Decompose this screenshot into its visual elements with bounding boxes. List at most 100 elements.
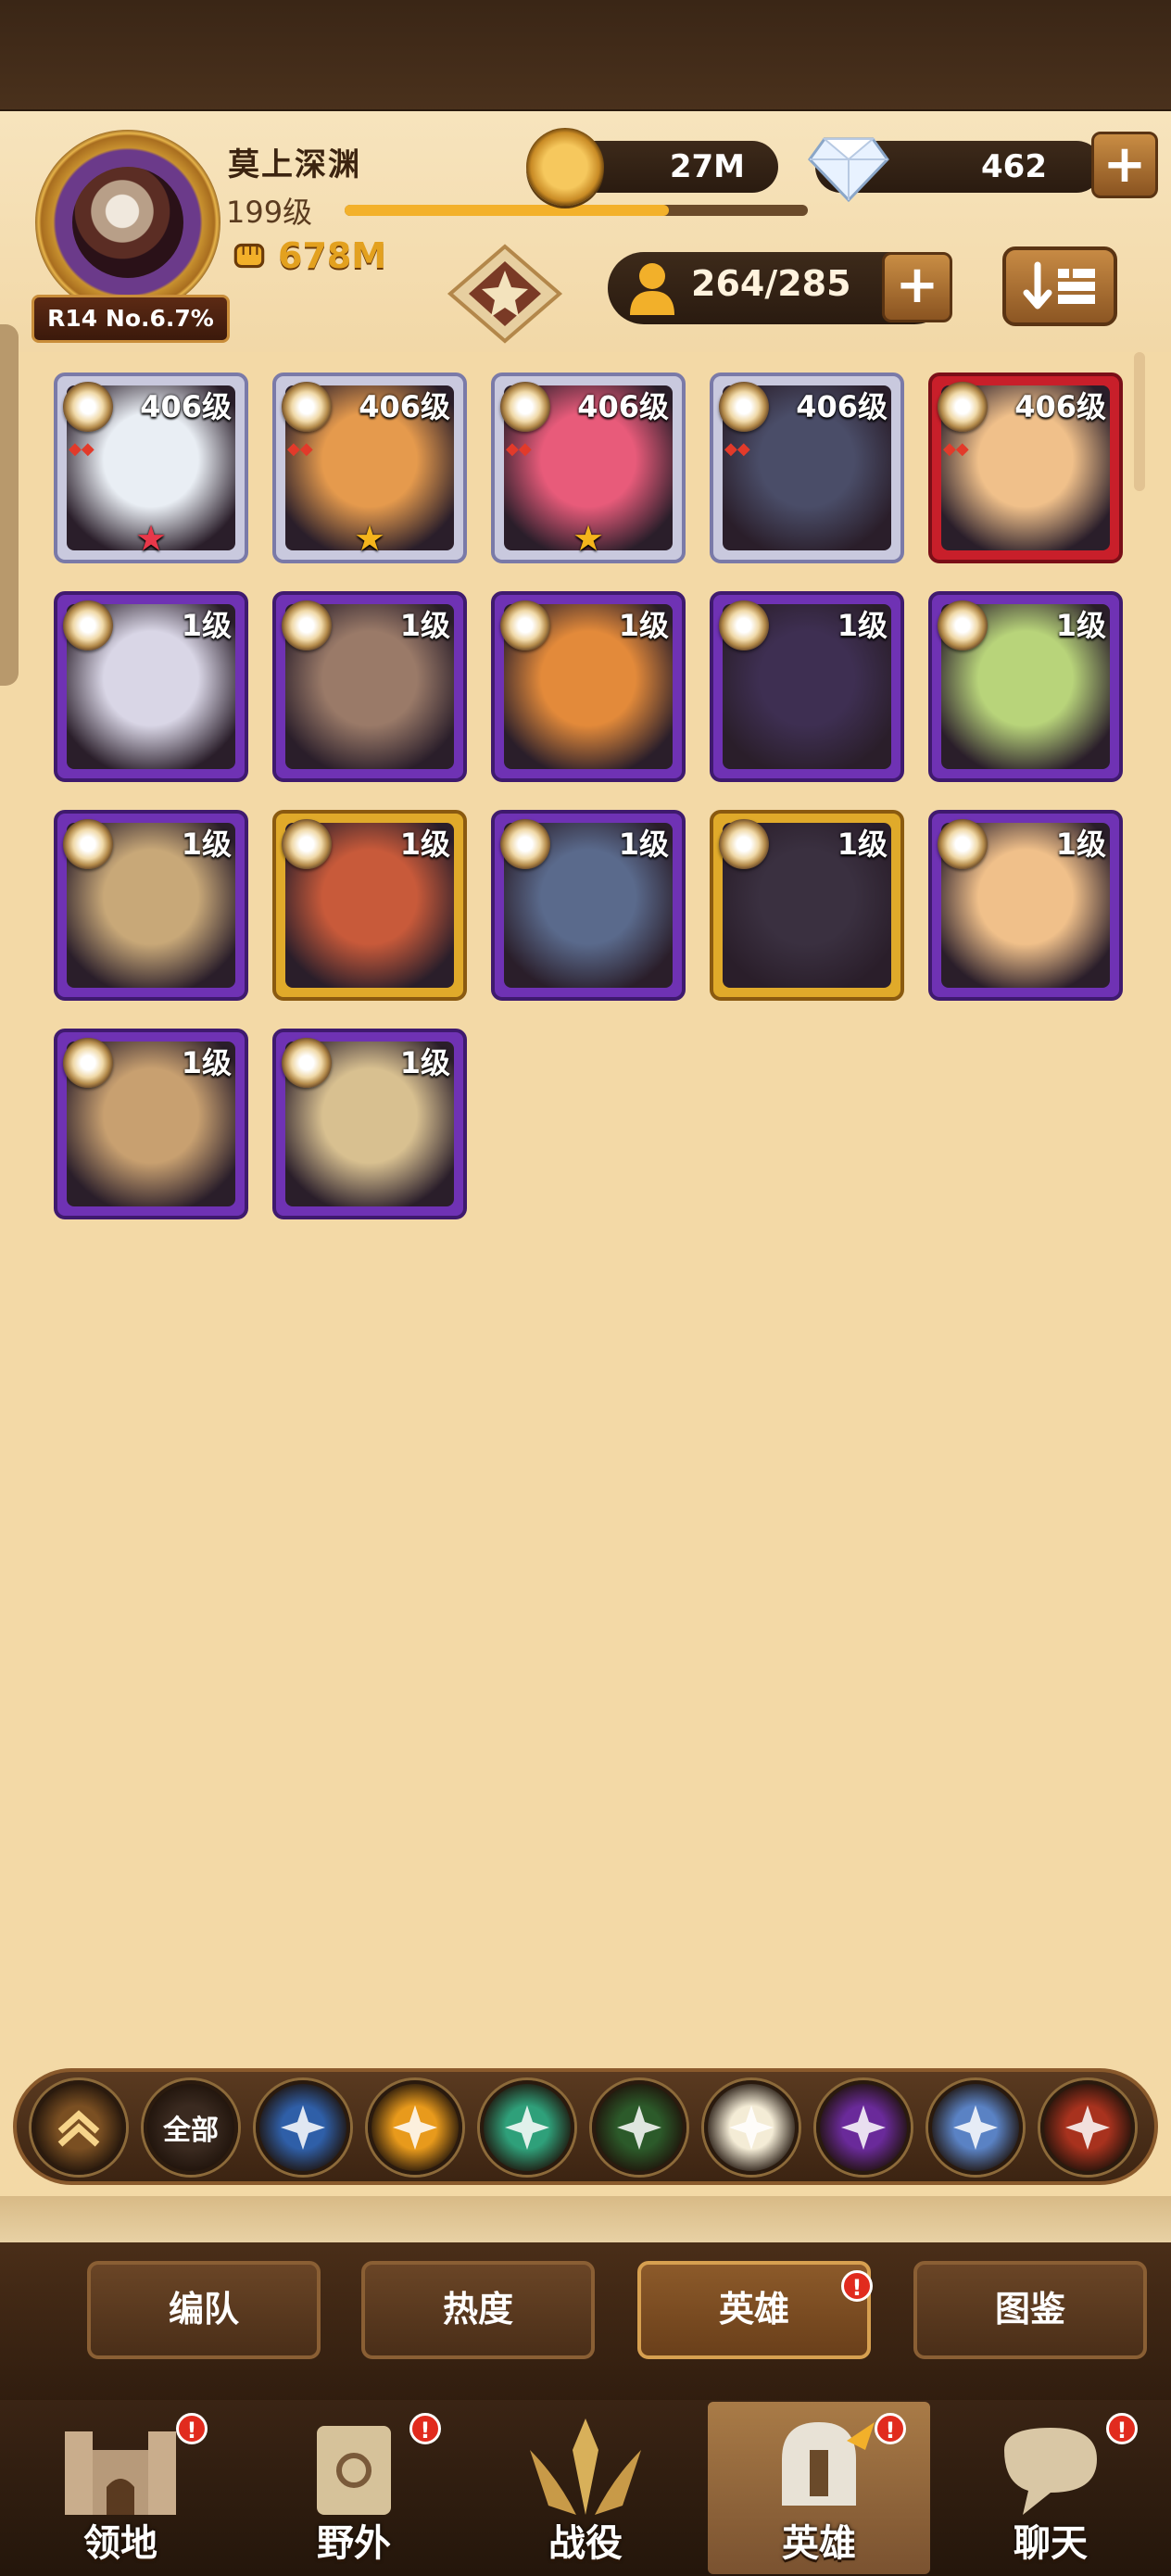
hero-card[interactable]: 406级 ◆◆ ★ [272, 373, 467, 563]
fist-power-icon [233, 243, 265, 269]
hero-card[interactable]: 1级 [928, 810, 1123, 1001]
hero-card[interactable]: 1级 [710, 591, 904, 782]
filter-lightbearer-button[interactable] [256, 2080, 350, 2175]
subtab-2[interactable]: 英雄 [637, 2261, 871, 2359]
castle-icon [65, 2431, 176, 2515]
star-icon: ★ [572, 518, 605, 559]
xp-bar-fill [345, 205, 669, 216]
ascension-gems-icon: ◆◆ [287, 439, 313, 459]
hero-level: 1级 [181, 827, 232, 862]
sort-icon [1023, 261, 1095, 309]
star-icon: ★ [353, 518, 386, 559]
nav-label: 野外 [317, 2522, 391, 2565]
nav-label: 聊天 [1014, 2522, 1088, 2565]
filter-hypogean-button[interactable] [816, 2080, 911, 2175]
faction-icon [500, 382, 550, 432]
hero-card[interactable]: 406级 ◆◆ ★ [491, 373, 686, 563]
gold-coin-icon [526, 128, 604, 206]
scrollbar[interactable] [1134, 352, 1145, 491]
hero-card[interactable]: 406级 ◆◆ [710, 373, 904, 563]
faction-icon [282, 1038, 332, 1088]
notification-badge: ! [875, 2413, 906, 2444]
faction-symbol-icon [953, 2105, 998, 2150]
hero-card[interactable]: 1级 [491, 810, 686, 1001]
faction-icon [500, 819, 550, 869]
subtab-0[interactable]: 编队 [87, 2261, 321, 2359]
person-icon [630, 263, 674, 315]
hero-level: 1级 [399, 827, 450, 862]
side-drawer-handle[interactable] [0, 324, 19, 686]
player-avatar[interactable] [72, 167, 183, 278]
hero-level: 1级 [837, 827, 888, 862]
faction-icon [63, 382, 113, 432]
filter-collapse-icon[interactable] [31, 2080, 126, 2175]
filter-dimensional-button[interactable] [928, 2080, 1023, 2175]
faction-icon [63, 600, 113, 650]
filter-all-button[interactable]: 全部 [144, 2080, 238, 2175]
filter-celestial-button[interactable] [704, 2080, 799, 2175]
sort-button[interactable] [1002, 246, 1117, 326]
hero-card[interactable]: 406级 ◆◆ [928, 373, 1123, 563]
hero-level: 1级 [181, 608, 232, 643]
notification-badge: ! [176, 2413, 208, 2444]
faction-emblem-icon[interactable] [445, 243, 565, 345]
top-status-bar [0, 0, 1171, 111]
hero-level: 1级 [1055, 827, 1106, 862]
faction-icon [938, 600, 988, 650]
scroll-map-icon [317, 2426, 391, 2515]
hero-card[interactable]: 1级 [54, 591, 248, 782]
hero-card[interactable]: 1级 [928, 591, 1123, 782]
hero-level: 1级 [1055, 608, 1106, 643]
hero-card[interactable]: 406级 ◆◆ ★ [54, 373, 248, 563]
hero-card[interactable]: 1级 [710, 810, 904, 1001]
star-icon: ★ [134, 518, 168, 559]
hero-level: 1级 [399, 1045, 450, 1080]
faction-symbol-icon [393, 2105, 437, 2150]
faction-symbol-icon [617, 2105, 661, 2150]
faction-icon [938, 382, 988, 432]
hero-level: 406级 [359, 389, 450, 424]
subtab-1[interactable]: 热度 [361, 2261, 595, 2359]
notification-badge: ! [409, 2413, 441, 2444]
filter-fire-button[interactable] [1040, 2080, 1135, 2175]
nav-label: 战役 [548, 2522, 623, 2565]
faction-icon [719, 382, 769, 432]
faction-icon [282, 819, 332, 869]
notification-badge: ! [1106, 2413, 1138, 2444]
panel-ledge [0, 2196, 1171, 2242]
faction-icon [282, 382, 332, 432]
faction-icon [282, 600, 332, 650]
helmet-icon [782, 2422, 875, 2506]
hero-level: 406级 [140, 389, 232, 424]
ascension-gems-icon: ◆◆ [724, 439, 750, 459]
crossed-swords-icon [530, 2418, 641, 2515]
hero-card[interactable]: 1级 [491, 591, 686, 782]
hero-card[interactable]: 1级 [272, 591, 467, 782]
buy-gems-button[interactable]: + [1091, 132, 1158, 198]
faction-icon [719, 819, 769, 869]
hero-card[interactable]: 1级 [272, 1029, 467, 1219]
filter-wilder-button[interactable] [480, 2080, 574, 2175]
faction-icon [500, 600, 550, 650]
rank-badge[interactable]: R14 No.6.7% [31, 295, 230, 343]
chevron-up-icon [57, 2110, 100, 2147]
nav-button-2[interactable]: 战役 [474, 2402, 697, 2574]
hero-card[interactable]: 1级 [272, 810, 467, 1001]
nav-label: 英雄 [782, 2522, 856, 2565]
filter-graveborn-button[interactable] [592, 2080, 686, 2175]
hero-level: 406级 [1014, 389, 1106, 424]
chat-bubble-icon [1004, 2428, 1097, 2515]
faction-symbol-icon [1065, 2105, 1110, 2150]
ascension-gems-icon: ◆◆ [943, 439, 969, 459]
diamond-icon [808, 137, 889, 203]
hero-level: 406级 [796, 389, 888, 424]
expand-capacity-button[interactable]: + [882, 252, 952, 322]
combat-power: 678M [278, 235, 387, 276]
filter-mauler-button[interactable] [368, 2080, 462, 2175]
subtab-3[interactable]: 图鉴 [913, 2261, 1147, 2359]
hero-level: 406级 [577, 389, 669, 424]
hero-card[interactable]: 1级 [54, 810, 248, 1001]
hero-level: 1级 [399, 608, 450, 643]
hero-card[interactable]: 1级 [54, 1029, 248, 1219]
hero-level: 1级 [618, 608, 669, 643]
